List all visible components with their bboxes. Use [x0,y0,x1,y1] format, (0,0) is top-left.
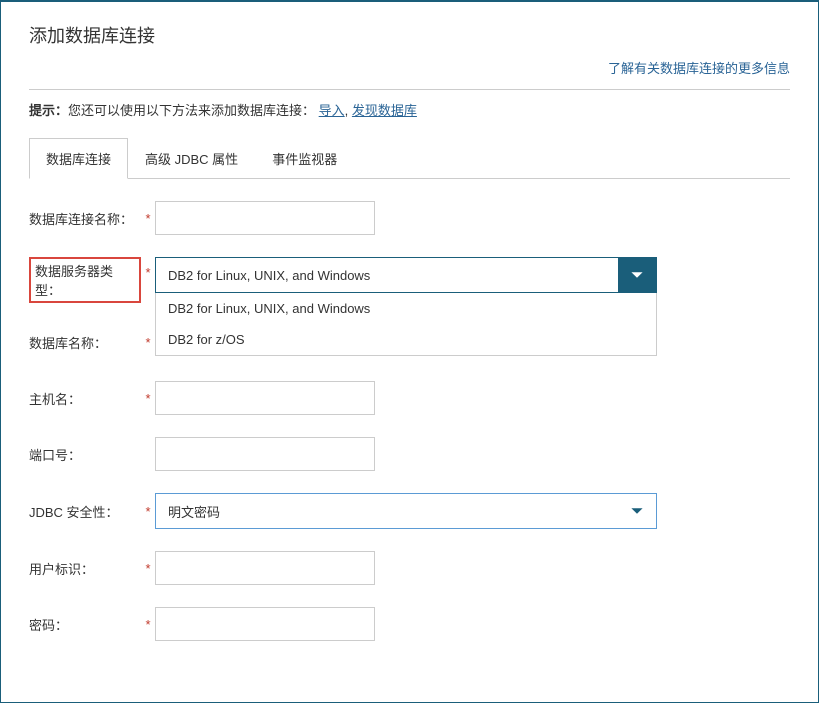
chevron-down-icon[interactable] [618,494,656,528]
content-scroll-area[interactable]: 提示：您还可以使用以下方法来添加数据库连接： 导入, 发现数据库 数据库连接 高… [1,100,818,690]
label-server-type: 数据服务器类型： [29,257,141,303]
required-marker: * [141,504,155,519]
dropdown-jdbc-security-value: 明文密码 [156,494,618,528]
dropdown-server-type[interactable]: DB2 for Linux, UNIX, and Windows DB2 for… [155,257,657,293]
tab-event-monitor[interactable]: 事件监视器 [255,138,354,179]
input-host[interactable] [155,381,375,415]
input-conn-name[interactable] [155,201,375,235]
label-password: 密码： [29,615,141,634]
option-db2-zos[interactable]: DB2 for z/OS [156,324,656,355]
dropdown-server-type-value: DB2 for Linux, UNIX, and Windows [156,258,618,292]
row-server-type: 数据服务器类型： * DB2 for Linux, UNIX, and Wind… [29,257,790,303]
required-marker: * [141,211,155,226]
required-interactable: * [141,617,155,632]
label-user-id: 用户标识： [29,559,141,578]
import-link[interactable]: 导入 [319,103,345,118]
dialog-title: 添加数据库连接 [29,22,790,48]
option-db2-luw[interactable]: DB2 for Linux, UNIX, and Windows [156,293,656,324]
tab-advanced-jdbc[interactable]: 高级 JDBC 属性 [128,138,255,179]
required-marker: * [141,561,155,576]
required-marker: * [141,391,155,406]
more-info-link[interactable]: 了解有关数据库连接的更多信息 [608,61,790,76]
row-port: 端口号： [29,437,790,471]
hint-label: 提示： [29,103,68,118]
more-info-row: 了解有关数据库连接的更多信息 [1,58,818,89]
dialog-add-db-connection: 添加数据库连接 了解有关数据库连接的更多信息 提示：您还可以使用以下方法来添加数… [0,0,819,703]
dropdown-jdbc-security[interactable]: 明文密码 [155,493,657,529]
header-divider [29,89,790,90]
label-port: 端口号： [29,445,141,464]
dropdown-server-type-menu: DB2 for Linux, UNIX, and Windows DB2 for… [155,293,657,356]
row-conn-name: 数据库连接名称： * [29,201,790,235]
input-user-id[interactable] [155,551,375,585]
label-server-type-highlight: 数据服务器类型： [29,257,141,303]
chevron-down-icon[interactable] [618,258,656,292]
row-user-id: 用户标识： * [29,551,790,585]
row-password: 密码： * [29,607,790,641]
hint-row: 提示：您还可以使用以下方法来添加数据库连接： 导入, 发现数据库 [29,100,790,119]
required-marker [141,447,155,462]
label-conn-name: 数据库连接名称： [29,209,141,228]
required-marker: * [141,257,155,280]
discover-db-link[interactable]: 发现数据库 [352,103,417,118]
input-password[interactable] [155,607,375,641]
row-host: 主机名： * [29,381,790,415]
input-port[interactable] [155,437,375,471]
label-db-name: 数据库名称： [29,333,141,352]
hint-text: 您还可以使用以下方法来添加数据库连接： [68,103,315,118]
label-jdbc-security: JDBC 安全性： [29,502,141,521]
tab-db-connection[interactable]: 数据库连接 [29,138,128,179]
scroll-filler [29,663,789,664]
tabs: 数据库连接 高级 JDBC 属性 事件监视器 [29,137,790,179]
hint-sep: , [345,103,352,118]
required-marker: * [141,335,155,350]
row-jdbc-security: JDBC 安全性： * 明文密码 [29,493,790,529]
label-host: 主机名： [29,389,141,408]
dialog-header: 添加数据库连接 [1,2,818,58]
